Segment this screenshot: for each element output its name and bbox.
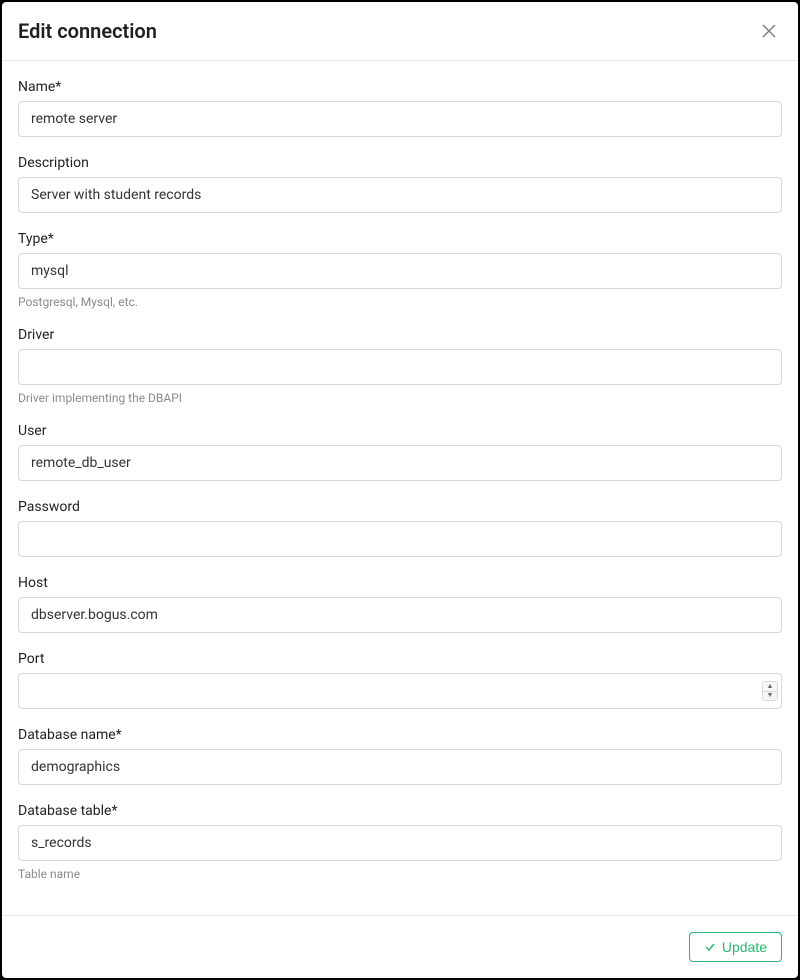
check-icon — [704, 941, 716, 953]
close-button[interactable] — [756, 18, 782, 44]
port-label: Port — [18, 651, 782, 667]
password-input[interactable] — [18, 521, 782, 557]
host-input[interactable] — [18, 597, 782, 633]
type-label: Type* — [18, 231, 782, 247]
field-user: User — [18, 423, 782, 481]
dialog-body: Name* Description Type* Postgresql, Mysq… — [2, 61, 798, 915]
user-label: User — [18, 423, 782, 439]
dialog-footer: Update — [2, 915, 798, 978]
driver-input[interactable] — [18, 349, 782, 385]
field-dbtable: Database table* Table name — [18, 803, 782, 881]
name-label: Name* — [18, 79, 782, 95]
update-button[interactable]: Update — [689, 932, 782, 962]
dbname-input[interactable] — [18, 749, 782, 785]
field-name: Name* — [18, 79, 782, 137]
type-input[interactable] — [18, 253, 782, 289]
dialog-title: Edit connection — [18, 19, 157, 43]
field-driver: Driver Driver implementing the DBAPI — [18, 327, 782, 405]
driver-hint: Driver implementing the DBAPI — [18, 391, 782, 405]
dbtable-label: Database table* — [18, 803, 782, 819]
field-host: Host — [18, 575, 782, 633]
driver-label: Driver — [18, 327, 782, 343]
update-button-label: Update — [722, 939, 767, 955]
chevron-down-icon[interactable]: ▼ — [763, 692, 777, 701]
name-input[interactable] — [18, 101, 782, 137]
dialog-header: Edit connection — [2, 2, 798, 61]
port-stepper[interactable]: ▲ ▼ — [762, 681, 778, 701]
dbtable-hint: Table name — [18, 867, 782, 881]
field-description: Description — [18, 155, 782, 213]
field-port: Port ▲ ▼ — [18, 651, 782, 709]
dbname-label: Database name* — [18, 727, 782, 743]
field-dbname: Database name* — [18, 727, 782, 785]
chevron-up-icon[interactable]: ▲ — [763, 682, 777, 692]
description-input[interactable] — [18, 177, 782, 213]
field-password: Password — [18, 499, 782, 557]
dbtable-input[interactable] — [18, 825, 782, 861]
port-input-wrap: ▲ ▼ — [18, 673, 782, 709]
port-input[interactable] — [18, 673, 782, 709]
password-label: Password — [18, 499, 782, 515]
field-type: Type* Postgresql, Mysql, etc. — [18, 231, 782, 309]
host-label: Host — [18, 575, 782, 591]
description-label: Description — [18, 155, 782, 171]
user-input[interactable] — [18, 445, 782, 481]
close-icon — [760, 22, 778, 40]
type-hint: Postgresql, Mysql, etc. — [18, 295, 782, 309]
edit-connection-dialog: Edit connection Name* Description Type* … — [2, 2, 798, 978]
